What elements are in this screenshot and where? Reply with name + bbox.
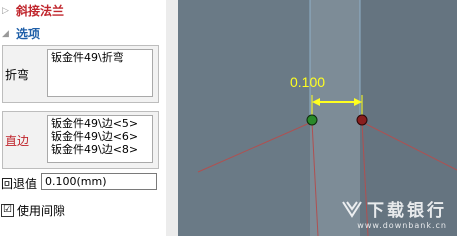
bend-group: 折弯 钣金件49\折弯	[2, 45, 159, 103]
watermark-url: www.downbank.cn	[357, 221, 447, 230]
red-point-icon[interactable]	[356, 114, 368, 126]
offset-input[interactable]: 0.100(mm)	[41, 173, 157, 190]
edge-label: 直边	[5, 134, 30, 148]
offset-label: 回退值	[1, 177, 38, 191]
collapse-triangle-icon[interactable]: ▷	[2, 6, 10, 16]
edge-list[interactable]: 钣金件49\边<5> 钣金件49\边<6> 钣金件49\边<8>	[47, 115, 153, 163]
panel-splitter[interactable]	[166, 0, 178, 236]
section-options[interactable]: ◢ 选项	[2, 25, 40, 42]
list-item[interactable]: 钣金件49\边<6>	[51, 130, 149, 143]
section-title: 斜接法兰	[16, 4, 65, 18]
model-viewport[interactable]: 0.100 下载银行 www.downbank.cn	[178, 0, 457, 236]
watermark: 下载银行 www.downbank.cn	[341, 196, 447, 230]
edge-group: 直边 钣金件49\边<5> 钣金件49\边<6> 钣金件49\边<8>	[2, 111, 159, 169]
bend-label: 折弯	[5, 68, 30, 82]
watermark-logo-icon	[342, 200, 362, 218]
list-item[interactable]: 钣金件49\边<5>	[51, 117, 149, 130]
bend-list[interactable]: 钣金件49\折弯	[47, 49, 153, 97]
green-point-icon[interactable]	[306, 114, 318, 126]
options-title: 选项	[16, 27, 41, 41]
watermark-logo-row: 下载银行	[341, 196, 447, 221]
watermark-text: 下载银行	[367, 201, 447, 221]
list-item[interactable]: 钣金件49\折弯	[51, 51, 149, 64]
use-gap-label: 使用间隙	[17, 204, 66, 218]
use-gap-checkbox[interactable]: ☑	[1, 204, 14, 217]
property-panel: ▷ 斜接法兰 ◢ 选项 折弯 钣金件49\折弯 直边 钣金件49\边<5> 钣金…	[0, 0, 167, 236]
list-item[interactable]: 钣金件49\边<8>	[51, 143, 149, 156]
section-miter-flange[interactable]: ▷ 斜接法兰	[2, 2, 64, 19]
dimension-label[interactable]: 0.100	[290, 74, 325, 90]
expand-triangle-icon[interactable]: ◢	[2, 29, 10, 39]
